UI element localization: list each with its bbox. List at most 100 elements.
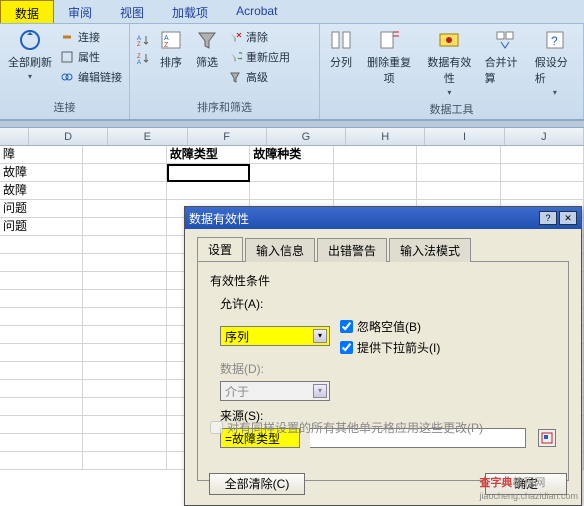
cell[interactable] [83, 236, 166, 254]
cell[interactable] [83, 308, 166, 326]
cell[interactable]: 故障 [0, 164, 83, 182]
dtab-error-alert[interactable]: 出错警告 [317, 238, 387, 262]
cell[interactable] [83, 344, 166, 362]
cell[interactable] [0, 344, 83, 362]
tab-view[interactable]: 视图 [106, 0, 158, 23]
close-button[interactable]: ✕ [559, 211, 577, 225]
cell[interactable] [83, 452, 166, 470]
tab-data[interactable]: 数据 [0, 0, 54, 23]
dtab-ime[interactable]: 输入法模式 [389, 238, 471, 262]
svg-text:Z: Z [164, 42, 169, 49]
col-header[interactable]: G [267, 128, 346, 145]
col-header[interactable]: H [346, 128, 425, 145]
filter-button[interactable]: 筛选 [190, 26, 224, 72]
cell[interactable] [83, 218, 166, 236]
cell[interactable] [83, 416, 166, 434]
cell[interactable] [83, 164, 166, 182]
remove-duplicates-button[interactable]: 删除重复项 [360, 26, 418, 88]
cell[interactable]: 故障种类 [250, 146, 333, 164]
cell[interactable] [0, 326, 83, 344]
cell[interactable]: 问题 [0, 218, 83, 236]
cell[interactable] [83, 380, 166, 398]
cell[interactable] [334, 146, 417, 164]
col-header[interactable]: E [108, 128, 187, 145]
connections-button[interactable]: 连接 [58, 28, 124, 46]
cell[interactable] [250, 182, 333, 200]
cell[interactable] [83, 362, 166, 380]
whatif-button[interactable]: ? 假设分析 ▾ [531, 26, 579, 99]
cell[interactable] [250, 164, 333, 182]
cell[interactable] [417, 146, 500, 164]
cell[interactable] [417, 164, 500, 182]
tab-addins[interactable]: 加载项 [158, 0, 222, 23]
consolidate-button[interactable]: 合并计算 [481, 26, 529, 88]
cell[interactable] [0, 362, 83, 380]
help-button[interactable]: ? [539, 211, 557, 225]
data-validation-button[interactable]: 数据有效性 ▾ [420, 26, 478, 99]
clear-filter-button[interactable]: 清除 [226, 28, 292, 46]
cell[interactable] [417, 182, 500, 200]
sort-az-button[interactable]: AZ [134, 32, 152, 48]
cell[interactable] [83, 434, 166, 452]
col-header[interactable]: D [29, 128, 108, 145]
svg-text:A: A [137, 60, 141, 65]
col-header[interactable]: I [425, 128, 504, 145]
col-header[interactable] [0, 128, 29, 145]
dtab-settings[interactable]: 设置 [197, 237, 243, 261]
cell[interactable] [0, 452, 83, 470]
cell[interactable] [83, 398, 166, 416]
cell[interactable] [0, 308, 83, 326]
tab-acrobat[interactable]: Acrobat [222, 0, 291, 23]
col-header[interactable]: J [505, 128, 584, 145]
clear-all-button[interactable]: 全部清除(C) [209, 473, 305, 495]
cell[interactable] [0, 236, 83, 254]
ignore-blank-checkbox[interactable]: 忽略空值(B) [340, 318, 440, 335]
reapply-button[interactable]: 重新应用 [226, 48, 292, 66]
cell[interactable] [334, 164, 417, 182]
cell[interactable] [83, 326, 166, 344]
cell[interactable] [0, 254, 83, 272]
cell[interactable] [0, 380, 83, 398]
cell[interactable] [83, 182, 166, 200]
cell[interactable] [83, 290, 166, 308]
grid-row: 故障 [0, 182, 584, 200]
cell[interactable] [83, 272, 166, 290]
dropdown-checkbox[interactable]: 提供下拉箭头(I) [340, 339, 440, 356]
tab-review[interactable]: 审阅 [54, 0, 106, 23]
grid-row: 故障 [0, 164, 584, 182]
text-to-columns-button[interactable]: 分列 [324, 26, 358, 72]
cell[interactable] [501, 146, 584, 164]
cell[interactable] [83, 200, 166, 218]
advanced-icon [228, 70, 242, 84]
cell[interactable] [501, 164, 584, 182]
refresh-all-button[interactable]: 全部刷新 ▾ [4, 26, 56, 83]
grid-row: 障 故障类型故障种类 [0, 146, 584, 164]
cell[interactable] [334, 182, 417, 200]
cell[interactable] [0, 416, 83, 434]
cell[interactable] [0, 290, 83, 308]
cell[interactable] [167, 164, 251, 182]
cell[interactable] [167, 182, 250, 200]
properties-button[interactable]: 属性 [58, 48, 124, 66]
dtab-input-msg[interactable]: 输入信息 [245, 238, 315, 262]
col-header[interactable]: F [188, 128, 267, 145]
cell[interactable]: 障 [0, 146, 83, 164]
cell[interactable] [0, 272, 83, 290]
cell[interactable] [83, 146, 166, 164]
edit-links-button[interactable]: 编辑链接 [58, 68, 124, 86]
cell[interactable]: 故障类型 [167, 146, 250, 164]
range-selector-button[interactable] [538, 429, 556, 447]
whatif-icon: ? [543, 28, 567, 52]
cell[interactable] [0, 398, 83, 416]
cell[interactable] [83, 254, 166, 272]
dialog-titlebar[interactable]: 数据有效性 ? ✕ [185, 207, 581, 229]
cell[interactable]: 问题 [0, 200, 83, 218]
sort-button[interactable]: AZ 排序 [154, 26, 188, 72]
group-connections: 全部刷新 ▾ 连接 属性 编辑链接 连接 [0, 24, 130, 119]
cell[interactable]: 故障 [0, 182, 83, 200]
cell[interactable] [501, 182, 584, 200]
advanced-button[interactable]: 高级 [226, 68, 292, 86]
allow-select[interactable]: 序列 ▾ [220, 326, 330, 346]
cell[interactable] [0, 434, 83, 452]
sort-za-button[interactable]: ZA [134, 50, 152, 66]
